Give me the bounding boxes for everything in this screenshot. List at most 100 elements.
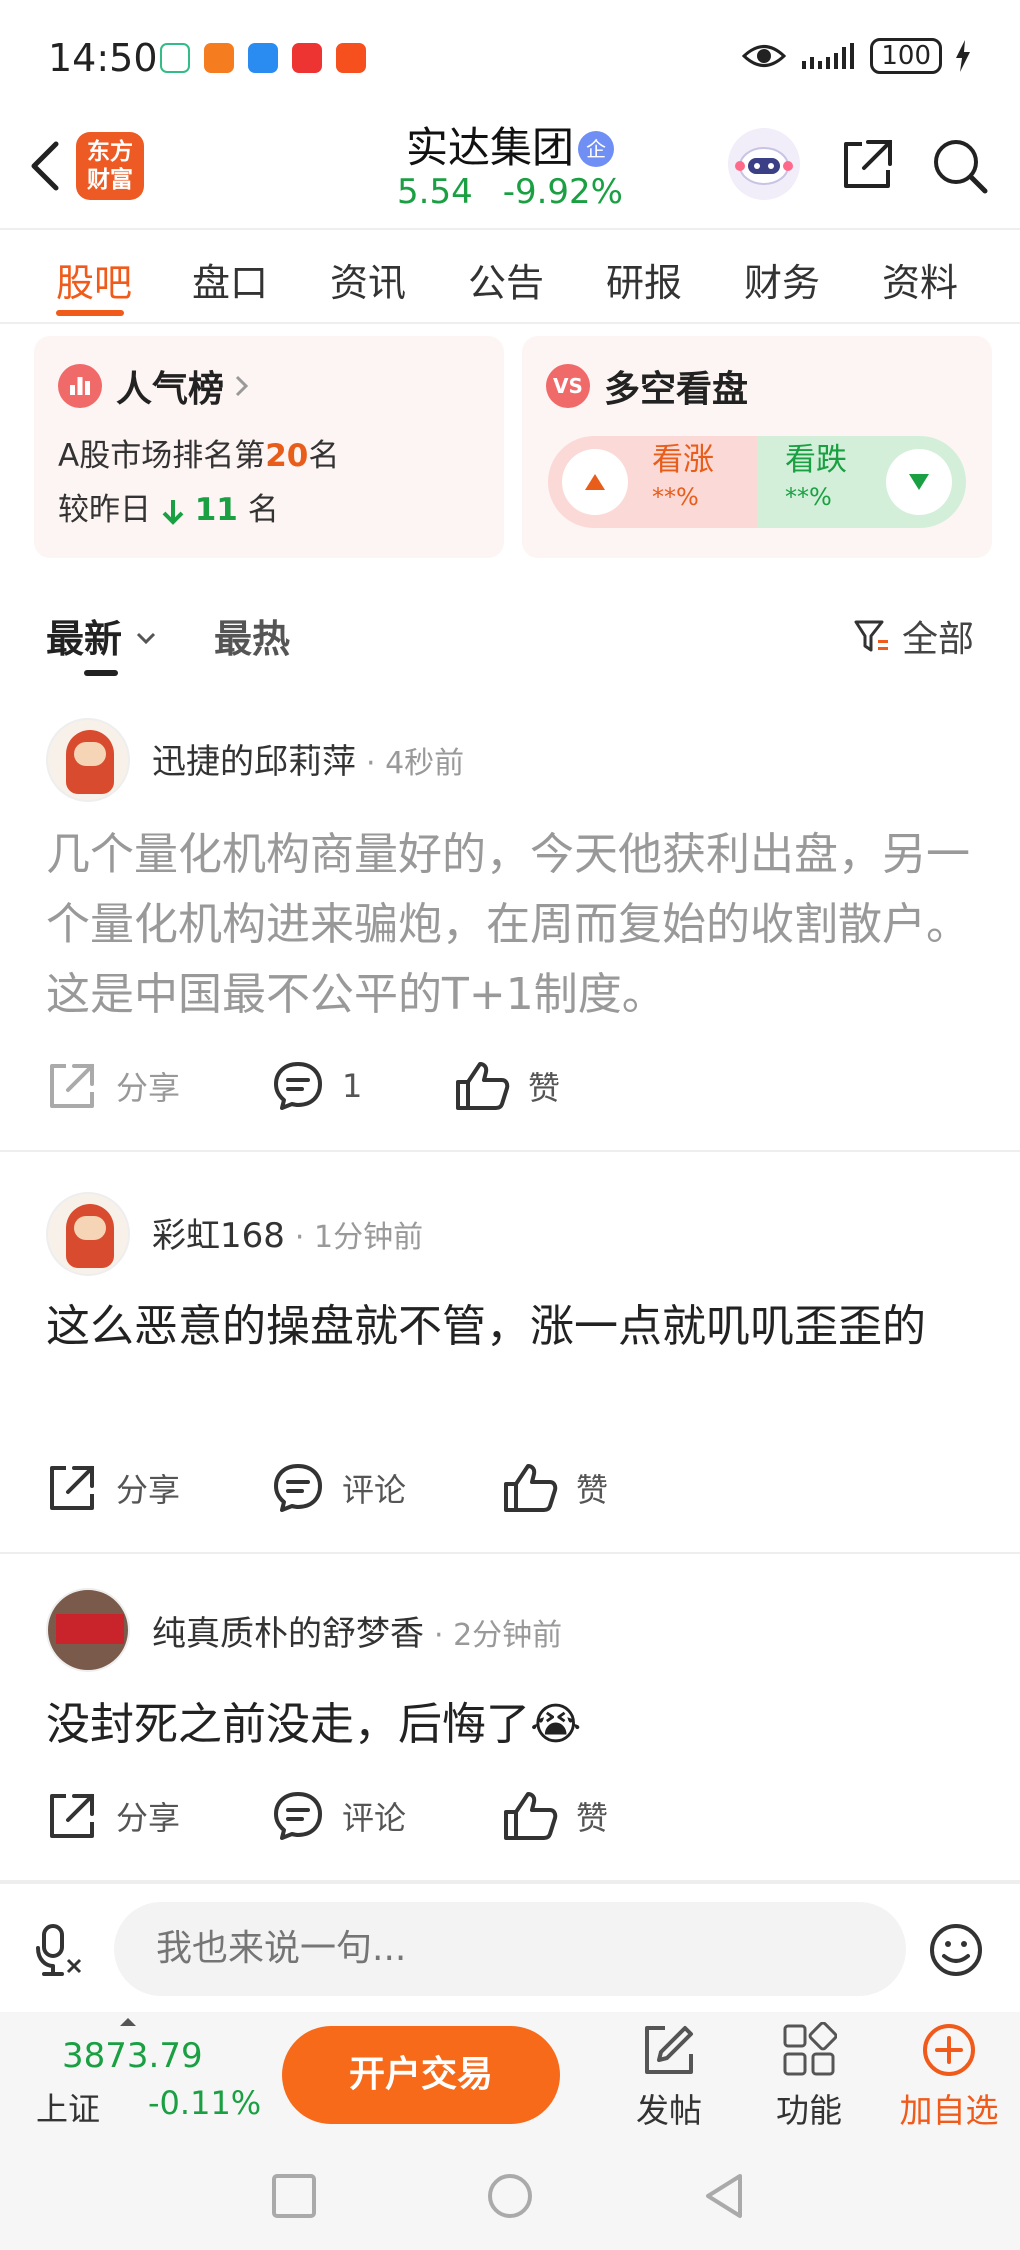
stock-price: 5.54	[397, 172, 473, 212]
status-bar: 14:50 100	[0, 0, 1020, 110]
tab-pankou[interactable]: 盘口	[192, 252, 268, 307]
stock-change: -9.92%	[502, 172, 623, 212]
bar-chart-icon	[58, 364, 102, 408]
comment-button[interactable]: 评论	[272, 1462, 406, 1514]
search-icon[interactable]	[930, 136, 990, 196]
avatar[interactable]	[46, 1588, 130, 1672]
eye-icon	[742, 45, 787, 67]
expand-caret-icon[interactable]	[120, 2018, 136, 2026]
popularity-title: 人气榜	[58, 360, 252, 412]
bullish-label: 看涨 **%	[652, 440, 714, 514]
tab-news[interactable]: 资讯	[330, 252, 406, 307]
emoji-icon[interactable]	[928, 1922, 984, 1978]
post-actions: 分享 评论 赞	[46, 1790, 946, 1850]
post-author[interactable]: 彩虹168 · 1分钟前	[152, 1208, 423, 1257]
like-button[interactable]: 赞	[454, 1060, 560, 1112]
down-arrow-icon	[162, 500, 184, 525]
index-value[interactable]: 3873.79	[62, 2036, 203, 2076]
clown-app-icon	[292, 43, 322, 73]
bull-bear-card: VS 多空看盘 看涨 **% 看跌 **%	[522, 336, 992, 558]
battery-indicator: 100	[870, 38, 942, 74]
post-body[interactable]: 没封死之前没走，后悔了😭	[46, 1690, 986, 1760]
post-author[interactable]: 迅捷的邱莉萍 · 4秒前	[152, 734, 464, 783]
airplane-app-icon	[336, 43, 366, 73]
tab-research[interactable]: 研报	[606, 252, 682, 307]
edit-icon	[645, 2026, 693, 2074]
index-name[interactable]: 上证	[36, 2084, 100, 2130]
bearish-button[interactable]: 看跌 **%	[757, 436, 966, 528]
down-triangle-icon	[886, 449, 952, 515]
recent-apps-icon[interactable]	[270, 2172, 318, 2220]
vs-icon: VS	[546, 364, 590, 408]
share-button[interactable]: 分享	[46, 1060, 180, 1112]
bottom-toolbar: 3873.79 上证 -0.11% 开户交易 发帖 功能 加自选	[0, 2012, 1020, 2142]
chevron-down-icon	[137, 632, 156, 645]
like-button[interactable]: 赞	[502, 1462, 608, 1514]
share-icon	[50, 1064, 94, 1108]
share-button[interactable]: 分享	[46, 1790, 180, 1842]
sort-hot[interactable]: 最热	[214, 608, 290, 663]
filter-icon	[854, 620, 888, 652]
back-button-icon[interactable]	[702, 2172, 750, 2220]
tab-profile[interactable]: 资料	[882, 252, 958, 307]
popularity-card[interactable]: 人气榜 A股市场排名第20名 较昨日 11 名	[34, 336, 504, 558]
market-rank: A股市场排名第20名	[58, 438, 340, 474]
chevron-right-icon	[235, 375, 249, 397]
comment-icon	[274, 1464, 322, 1512]
post-time: · 4秒前	[366, 746, 465, 781]
bearish-pct: **%	[785, 483, 832, 511]
post-button[interactable]: 发帖	[614, 2022, 724, 2132]
like-button[interactable]: 赞	[502, 1790, 608, 1842]
functions-button[interactable]: 功能	[754, 2022, 864, 2132]
weather-icon	[248, 43, 278, 73]
post-author[interactable]: 纯真质朴的舒梦香 · 2分钟前	[152, 1606, 562, 1655]
enterprise-badge: 企	[578, 131, 614, 167]
clock: 14:50	[48, 36, 158, 80]
share-icon	[50, 1794, 94, 1838]
bullish-button[interactable]: 看涨 **%	[548, 436, 757, 528]
charging-icon	[956, 40, 970, 72]
comment-input[interactable]	[114, 1902, 906, 1996]
voice-input-icon[interactable]	[34, 1922, 90, 1978]
thumbs-up-icon	[504, 1792, 558, 1840]
ai-assistant-icon[interactable]	[728, 128, 800, 200]
thumbs-up-icon	[504, 1464, 558, 1512]
open-account-trade-button[interactable]: 开户交易	[282, 2026, 560, 2124]
signal-icon	[802, 43, 855, 69]
comment-icon	[274, 1792, 322, 1840]
post-time: · 1分钟前	[294, 1220, 424, 1255]
thumbs-up-icon	[456, 1062, 510, 1110]
post-item[interactable]: 彩虹168 · 1分钟前 这么恶意的操盘就不管，涨一点就叽叽歪歪的 分享 评论 赞	[0, 1154, 1020, 1554]
orange-app-icon	[204, 43, 234, 73]
post-actions: 分享 1 赞	[46, 1060, 946, 1120]
sort-indicator	[84, 670, 118, 676]
share-button[interactable]: 分享	[46, 1462, 180, 1514]
rank-change: 较昨日 11 名	[58, 492, 279, 528]
tab-financials[interactable]: 财务	[744, 252, 820, 307]
tab-announcements[interactable]: 公告	[468, 252, 544, 307]
comment-button[interactable]: 评论	[272, 1790, 406, 1842]
status-right: 100	[742, 38, 972, 74]
post-body[interactable]: 几个量化机构商量好的，今天他获利出盘，另一个量化机构进来骗炮，在周而复始的收割散…	[46, 820, 986, 1030]
system-nav-bar	[0, 2142, 1020, 2250]
sort-latest[interactable]: 最新	[46, 608, 157, 663]
grid-icon	[783, 2022, 837, 2076]
share-icon[interactable]	[838, 136, 896, 194]
index-change[interactable]: -0.11%	[148, 2084, 261, 2122]
sort-bar: 最新 最热 全部	[0, 590, 1020, 690]
post-body[interactable]: 这么恶意的操盘就不管，涨一点就叽叽歪歪的	[46, 1292, 986, 1362]
bull-bear-bar: 看涨 **% 看跌 **%	[548, 436, 966, 528]
notification-icons	[160, 43, 366, 73]
comment-button[interactable]: 1	[272, 1060, 362, 1112]
post-item[interactable]: 纯真质朴的舒梦香 · 2分钟前 没封死之前没走，后悔了😭 分享 评论 赞	[0, 1556, 1020, 1882]
bullish-pct: **%	[652, 483, 699, 511]
home-button-icon[interactable]	[486, 2172, 534, 2220]
post-actions: 分享 评论 赞	[46, 1462, 946, 1522]
filter-button[interactable]: 全部	[852, 610, 974, 662]
add-watchlist-button[interactable]: 加自选	[894, 2022, 1004, 2132]
bearish-label: 看跌 **%	[785, 440, 847, 514]
avatar[interactable]	[46, 718, 130, 802]
post-item[interactable]: 迅捷的邱莉萍 · 4秒前 几个量化机构商量好的，今天他获利出盘，另一个量化机构进来…	[0, 700, 1020, 1152]
tab-guba[interactable]: 股吧	[56, 252, 132, 307]
avatar[interactable]	[46, 1192, 130, 1276]
